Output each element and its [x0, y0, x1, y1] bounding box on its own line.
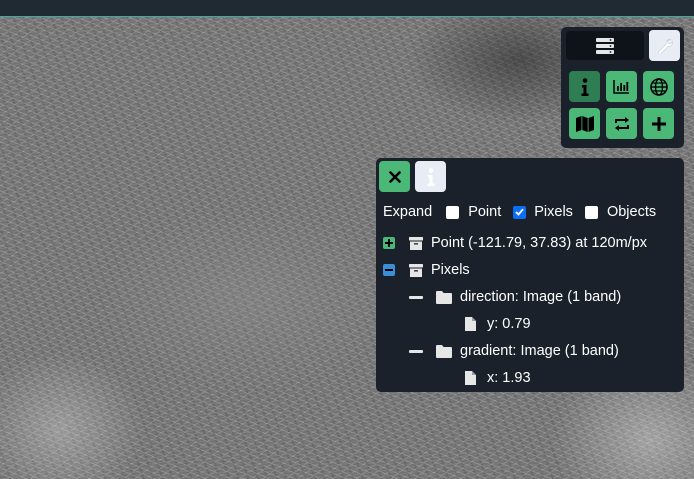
- pixels-option-label: Pixels: [534, 204, 573, 220]
- pixels-node-label: Pixels: [431, 262, 470, 278]
- tree-item-direction-value[interactable]: y: 0.79: [465, 316, 531, 332]
- close-icon: [388, 170, 401, 183]
- objects-checkbox[interactable]: [584, 205, 598, 219]
- point-option-label: Point: [468, 204, 502, 220]
- wrench-icon: [657, 38, 673, 54]
- point-node-label: Point (-121.79, 37.83) at 120m/px: [431, 235, 648, 251]
- folder-icon: [436, 344, 452, 358]
- collapse-dash-icon[interactable]: [409, 349, 423, 353]
- gradient-node-label: gradient: Image (1 band): [460, 343, 619, 359]
- direction-value: y: 0.79: [487, 316, 531, 332]
- top-bar: [0, 0, 694, 17]
- file-icon: [465, 371, 476, 385]
- settings-button[interactable]: [649, 30, 680, 61]
- layers-icon: [596, 37, 614, 54]
- inspector-info-button[interactable]: [415, 161, 446, 192]
- close-inspector-button[interactable]: [379, 161, 410, 192]
- folder-icon: [436, 290, 452, 304]
- point-checkbox[interactable]: [446, 205, 460, 219]
- pixels-checkbox[interactable]: [513, 205, 527, 219]
- info-icon: [427, 167, 434, 186]
- add-button[interactable]: [643, 108, 674, 139]
- swap-button[interactable]: [606, 108, 637, 139]
- tree-item-gradient[interactable]: gradient: Image (1 band): [409, 343, 619, 359]
- map-icon: [575, 115, 594, 132]
- tree-item-pixels[interactable]: Pixels: [383, 262, 470, 278]
- expand-options: Expand Point Pixels Objects: [383, 204, 656, 220]
- expand-toggle[interactable]: [383, 237, 395, 249]
- checkmark-icon: [515, 208, 524, 216]
- swap-icon: [614, 116, 629, 131]
- gradient-value: x: 1.93: [487, 370, 531, 386]
- inspector-button[interactable]: [569, 71, 600, 102]
- inspector-panel: Expand Point Pixels Objects Point (-121.…: [376, 158, 684, 392]
- map-button[interactable]: [569, 108, 600, 139]
- layers-button[interactable]: [566, 31, 644, 60]
- file-icon: [465, 317, 476, 331]
- info-icon: [581, 77, 588, 96]
- tree-item-direction[interactable]: direction: Image (1 band): [409, 289, 621, 305]
- collapse-toggle[interactable]: [383, 264, 395, 276]
- minus-icon: [385, 269, 393, 271]
- tree-item-point[interactable]: Point (-121.79, 37.83) at 120m/px: [383, 235, 647, 251]
- tree-item-gradient-value[interactable]: x: 1.93: [465, 370, 531, 386]
- map-toolbar: [561, 27, 684, 148]
- objects-option-label: Objects: [606, 204, 657, 220]
- expand-label: Expand: [383, 204, 433, 220]
- collapse-dash-icon[interactable]: [409, 295, 423, 299]
- plus-icon: [385, 239, 393, 247]
- chart-button[interactable]: [606, 71, 637, 102]
- globe-button[interactable]: [643, 71, 674, 102]
- globe-icon: [649, 77, 668, 96]
- plus-icon: [651, 116, 666, 131]
- direction-node-label: direction: Image (1 band): [460, 289, 622, 305]
- archive-icon: [409, 263, 423, 277]
- archive-icon: [409, 236, 423, 250]
- chart-icon: [613, 80, 629, 94]
